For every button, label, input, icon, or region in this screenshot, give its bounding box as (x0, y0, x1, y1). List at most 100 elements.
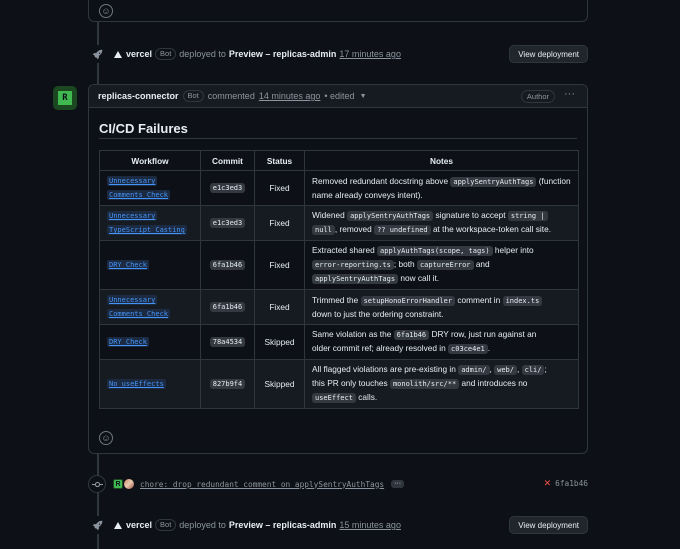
workflow-link[interactable]: Comments Check (107, 190, 171, 200)
workflow-cell: DRY Check (99, 324, 201, 360)
commit-event: R chore: drop redundant comment on apply… (88, 475, 588, 493)
note-text: and (473, 259, 490, 269)
comment-verb: commented (207, 91, 255, 101)
notes-cell: Extracted shared applyAuthTags(scope, ta… (304, 240, 579, 290)
note-text: Widened (312, 210, 348, 220)
workflow-link[interactable]: Unnecessary (107, 211, 158, 221)
inline-code: index.ts (502, 295, 543, 306)
bot-badge: Bot (182, 90, 204, 102)
workflow-link[interactable]: DRY Check (107, 260, 149, 270)
inline-code: applySentryAuthTags (347, 211, 434, 221)
workflow-cell: Unnecessary Comments Check (99, 289, 201, 325)
commit-cell: 6fa1b46 (200, 289, 255, 325)
chevron-down-icon[interactable]: ▼ (360, 93, 367, 100)
bot-badge: Bot (155, 519, 177, 531)
vercel-logo-icon (114, 521, 122, 529)
event-environment[interactable]: Preview – replicas-admin (229, 49, 337, 59)
inline-code: applySentryAuthTags (450, 176, 537, 187)
notes-cell: All flagged violations are pre-existing … (304, 359, 579, 409)
view-deployment-button[interactable]: View deployment (509, 516, 588, 534)
commit-cell: 827b9f4 (200, 359, 255, 409)
avatar[interactable]: R (53, 86, 77, 110)
event-time[interactable]: 15 minutes ago (339, 520, 401, 530)
table-row: No useEffects 827b9f4 Skipped All flagged v… (99, 359, 579, 409)
status-cell: Skipped (254, 359, 305, 409)
comment-header: replicas-connector Bot commented 14 minu… (89, 85, 587, 108)
inline-code: web/ (494, 365, 517, 375)
table-row: DRY Check 6fa1b46 Fixed Extracted shared ap… (99, 240, 579, 290)
note-text: this PR only touches (312, 378, 390, 388)
commit-hash: e1c3ed3 (209, 218, 246, 228)
notes-cell: Removed redundant docstring above applyS… (304, 170, 579, 206)
inline-code: admin/ (458, 365, 490, 375)
workflow-link[interactable]: TypeScript Casting (107, 225, 187, 235)
inline-code: useEffect (312, 393, 356, 403)
previous-comment-card: ☺ (88, 0, 588, 22)
bot-badge: Bot (155, 48, 177, 60)
comment-author[interactable]: replicas-connector (98, 91, 179, 101)
note-text: Removed redundant docstring above (312, 175, 451, 186)
expand-commit-button[interactable]: ··· (391, 480, 405, 488)
event-environment[interactable]: Preview – replicas-admin (229, 520, 337, 530)
comment-title: CI/CD Failures (99, 121, 188, 136)
inline-code: 6fa1b46 (393, 330, 430, 340)
note-text: Trimmed the (312, 294, 361, 305)
event-actor[interactable]: vercel (126, 49, 152, 59)
note-text: signature to accept (433, 210, 508, 220)
commit-hash: 6fa1b46 (209, 302, 246, 312)
avatar[interactable] (124, 479, 134, 489)
event-actor[interactable]: vercel (126, 520, 152, 530)
note-text: older commit ref; already resolved in (312, 343, 449, 353)
view-deployment-button[interactable]: View deployment (509, 45, 588, 63)
workflow-link[interactable]: DRY Check (107, 337, 149, 347)
table-row: Unnecessary TypeScript Casting e1c3ed3 Fixe… (99, 205, 579, 241)
event-time[interactable]: 17 minutes ago (339, 49, 401, 59)
notes-cell: Widened applySentryAuthTags signature to… (304, 205, 579, 241)
inline-code: string | (507, 211, 548, 221)
inline-code: applySentryAuthTags (312, 274, 399, 284)
header-workflow: Workflow (99, 150, 201, 171)
note-text: ; (544, 364, 547, 374)
workflow-link[interactable]: Unnecessary (107, 295, 158, 305)
workflow-link[interactable]: Unnecessary (107, 176, 158, 186)
workflow-cell: Unnecessary TypeScript Casting (99, 205, 201, 241)
edited-label[interactable]: • edited (324, 91, 354, 101)
inline-code: null (312, 225, 335, 235)
commit-hash: e1c3ed3 (209, 183, 246, 193)
note-text: comment in (455, 294, 503, 305)
commit-message[interactable]: chore: drop redundant comment on applySe… (140, 480, 384, 489)
title-divider (99, 138, 577, 139)
event-verb: deployed to (179, 520, 226, 530)
avatar-letter: R (58, 91, 72, 105)
git-commit-icon (88, 475, 106, 493)
x-fail-icon[interactable]: ✕ (544, 478, 552, 489)
ci-failures-table: Workflow Commit Status Notes Unnecessary… (99, 150, 579, 409)
author-role-badge: Author (520, 90, 555, 103)
comment-time[interactable]: 14 minutes ago (259, 91, 321, 101)
note-text: at the workspace-token call site. (430, 224, 552, 234)
note-text: helper into (492, 245, 534, 255)
smiley-icon[interactable]: ☺ (99, 4, 113, 18)
avatar[interactable]: R (113, 479, 123, 489)
workflow-link[interactable]: No useEffects (107, 379, 166, 389)
deploy-event: vercel Bot deployed to Preview – replica… (88, 515, 588, 535)
status-cell: Fixed (254, 205, 305, 241)
inline-code: ?? undefined (374, 225, 431, 235)
note-text: Same violation as the (312, 329, 394, 339)
status-cell: Skipped (254, 324, 305, 360)
commit-cell: 78a4534 (200, 324, 255, 360)
note-text: and introduces no (459, 378, 528, 388)
inline-code: c03ce4e1 (448, 344, 488, 354)
commit-cell: 6fa1b46 (200, 240, 255, 290)
workflow-link[interactable]: Comments Check (107, 309, 171, 319)
note-text: ; both (393, 259, 417, 269)
commit-sha[interactable]: 6fa1b46 (555, 479, 588, 488)
note-text: Extracted shared (312, 245, 378, 255)
smiley-icon[interactable]: ☺ (99, 431, 113, 445)
table-header-row: Workflow Commit Status Notes (99, 150, 579, 171)
header-commit: Commit (200, 150, 255, 171)
kebab-menu-icon[interactable]: ··· (564, 88, 575, 100)
inline-code: setupHonoErrorHandler (360, 295, 456, 306)
vercel-logo-icon (114, 50, 122, 58)
note-text: , removed (334, 224, 375, 234)
